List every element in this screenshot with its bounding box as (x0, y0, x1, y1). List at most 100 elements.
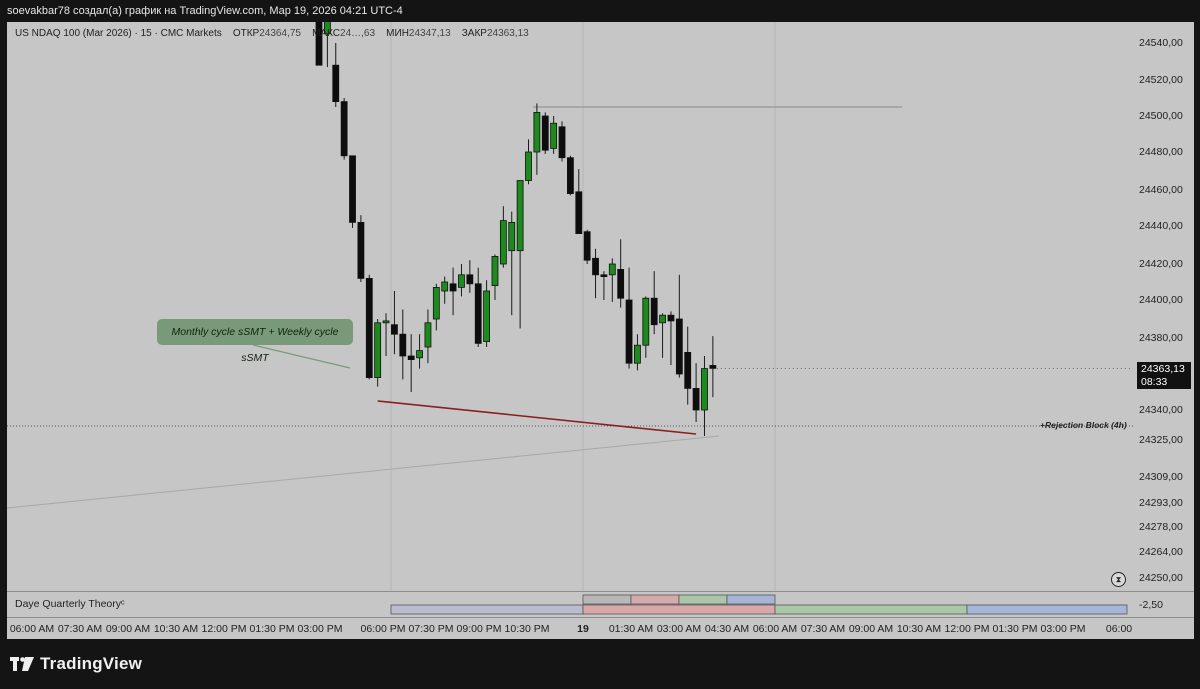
candle-body (634, 344, 641, 364)
candle-body (675, 318, 683, 375)
price-tick-label: 24500,00 (1139, 110, 1183, 122)
candle-body (474, 283, 482, 344)
price-axis[interactable]: 24540,00 24520,00 24500,00 24480,00 24460,00… (1133, 22, 1194, 591)
long-trendline (7, 435, 720, 509)
candle-body (659, 314, 666, 324)
candle-body (332, 64, 340, 103)
smt-trendline (377, 400, 697, 435)
time-tick-label: 04:30 AM (704, 623, 750, 635)
candle-body (592, 257, 599, 276)
chart-frame[interactable]: US NDAQ 100 (Mar 2026) · 15 · CMC Market… (7, 22, 1194, 639)
time-tick-label: 01:30 PM (992, 623, 1038, 635)
price-tick-label: 24340,00 (1139, 404, 1183, 416)
candle-body (449, 283, 457, 292)
candle-body (550, 122, 558, 149)
tradingview-logo-icon (10, 657, 34, 671)
close-value: 24363,13 (486, 28, 529, 39)
candle-body (432, 286, 440, 320)
time-tick-label: 01:30 AM (608, 623, 654, 635)
open-value: 24364,75 (259, 28, 301, 39)
time-tick-label: 03:00 AM (656, 623, 702, 635)
quarter-box (774, 604, 968, 615)
time-tick-label: 09:00 AM (848, 623, 894, 635)
time-tick-label: 09:00 AM (105, 623, 151, 635)
time-tick-label: 12:00 PM (201, 623, 247, 635)
last-price-value: 24363,13 (1141, 363, 1185, 375)
time-tick-label: 09:00 PM (456, 623, 502, 635)
low-label: МИН (386, 28, 409, 39)
time-tick-label: 07:30 AM (57, 623, 103, 635)
candle-body (533, 112, 541, 153)
price-tick-label: 24250,00 (1139, 572, 1183, 584)
smt-callout[interactable]: Monthly cycle sSMT + Weekly cycle sSMT (157, 319, 353, 364)
indicator-pane[interactable]: Daye Quarterly Theoryᶜ (7, 591, 1133, 618)
candle-body (667, 314, 675, 322)
time-tick-label: 06:00 AM (752, 623, 798, 635)
candle-body (441, 281, 449, 292)
price-tick-label: 24309,00 (1139, 471, 1183, 483)
rejection-block-label: +Rejection Block (4h) (1040, 420, 1127, 430)
time-tick-label: 03:00 PM (297, 623, 343, 635)
candle-body (374, 322, 382, 378)
price-tick-label: 24440,00 (1139, 220, 1183, 232)
time-tick-label: 10:30 AM (896, 623, 942, 635)
attribution-bar: soevakbar78 создал(а) график на TradingV… (0, 0, 1200, 22)
time-tick-label: 06:00 AM (9, 623, 55, 635)
symbol-legend: US NDAQ 100 (Mar 2026) · 15 · CMC Market… (15, 28, 529, 39)
tradingview-logo[interactable]: TradingView (10, 654, 143, 673)
time-tick-label: 10:30 AM (153, 623, 199, 635)
tradingview-wordmark: TradingView (40, 654, 143, 673)
candle-body (407, 355, 415, 360)
candle-body (365, 277, 373, 378)
quarter-box (726, 594, 776, 605)
time-tick-label: 06:00 PM (360, 623, 406, 635)
candle-body (709, 365, 717, 369)
time-tick-label: 10:30 PM (504, 623, 550, 635)
time-tick-label: 07:30 PM (408, 623, 454, 635)
price-tick-label: 24380,00 (1139, 332, 1183, 344)
time-tick-label: 12:00 PM (944, 623, 990, 635)
indicator-value: -2,50 (1139, 599, 1163, 611)
quarter-box (390, 604, 584, 615)
price-plot[interactable]: US NDAQ 100 (Mar 2026) · 15 · CMC Market… (7, 22, 1133, 591)
candle-body (399, 333, 407, 357)
candle-body (541, 115, 549, 151)
candle-body (567, 157, 574, 194)
auto-scale-icon[interactable]: ⧗ (1111, 572, 1126, 587)
symbol-name[interactable]: US NDAQ 100 (Mar 2026) · 15 · CMC Market… (15, 28, 222, 39)
attribution-text: soevakbar78 создал(а) график на TradingV… (7, 5, 403, 17)
quarter-box (582, 604, 776, 615)
candle-body (483, 290, 491, 342)
time-tick-label: 06:00 (1105, 623, 1133, 635)
time-tick-label: 19 (577, 623, 589, 635)
candle-body (692, 387, 700, 411)
candle-body (650, 297, 658, 326)
price-tick-label: 24420,00 (1139, 258, 1183, 270)
open-label: ОТКР (232, 28, 260, 39)
candle-body (575, 191, 583, 235)
candle-body (340, 101, 348, 157)
price-tick-label: 24264,00 (1139, 546, 1183, 558)
candlestick-chart[interactable] (7, 22, 1133, 591)
time-axis[interactable]: 06:00 AM 07:30 AM 09:00 AM 10:30 AM 12:00 PM… (7, 617, 1194, 639)
quarter-box (678, 594, 728, 605)
candle-body (508, 221, 516, 252)
candle-body (583, 231, 591, 261)
last-price-tag: 24363,13 08:33 (1137, 362, 1191, 389)
price-tick-label: 24400,00 (1139, 294, 1183, 306)
price-tick-label: 24520,00 (1139, 74, 1183, 86)
candle-body (525, 151, 532, 181)
bar-countdown: 08:33 (1141, 376, 1168, 388)
price-tick-label: 24480,00 (1139, 146, 1183, 158)
close-label: ЗАКР (461, 28, 487, 39)
candle-body (357, 221, 365, 279)
candle-body (684, 351, 692, 389)
candle-body (424, 322, 432, 348)
candle-body (642, 297, 650, 346)
price-tick-label: 24293,00 (1139, 497, 1183, 509)
candle-body (458, 274, 465, 288)
footer-bar: TradingView (0, 639, 1200, 689)
price-tick-label: 24460,00 (1139, 184, 1183, 196)
price-tick-label: 24540,00 (1139, 37, 1183, 49)
candle-body (466, 274, 474, 285)
